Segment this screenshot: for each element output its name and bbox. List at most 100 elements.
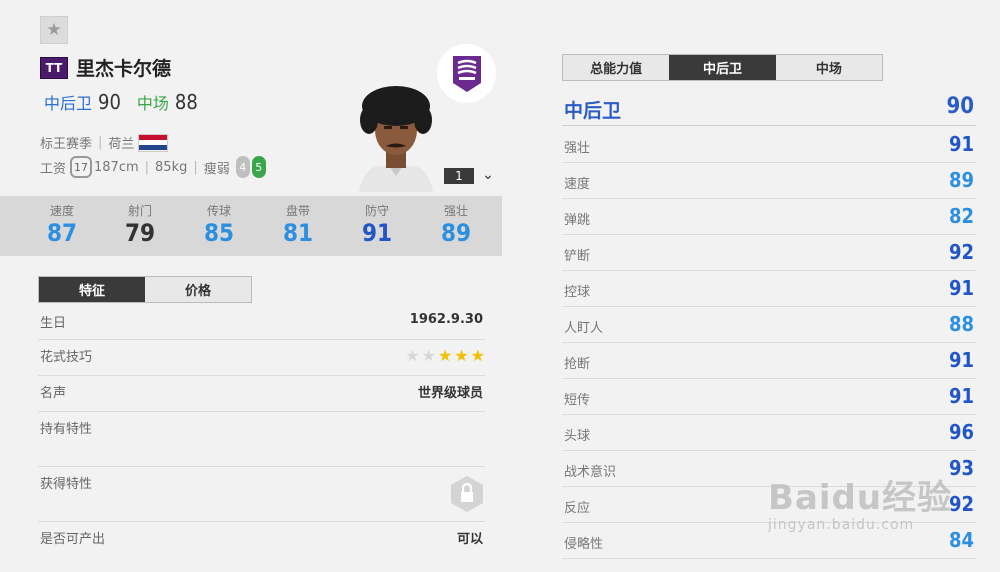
attribute-label: 战术意识 [564, 465, 617, 480]
attribute-row: 反应 92 [562, 487, 976, 523]
position-primary-ovr: 90 [98, 90, 121, 114]
attribute-value: 91 [948, 348, 974, 372]
stat-shooting: 射门 79 [110, 196, 170, 247]
attribute-label: 铲断 [564, 249, 591, 264]
info-row-owned-traits: 持有特性 [38, 412, 485, 467]
player-portrait [359, 86, 433, 192]
weight-value: 85kg [155, 159, 188, 175]
attribute-value: 91 [948, 132, 974, 156]
stat-value: 91 [361, 219, 393, 247]
stat-label: 射门 [127, 204, 152, 218]
stat-label: 强壮 [443, 204, 468, 218]
weak-foot-value: 4 [235, 156, 250, 178]
attribute-label: 抢断 [564, 357, 591, 372]
info-row-acquired-traits: 获得特性 [38, 467, 485, 522]
player-name-row: TT 里杰卡尔德 [40, 54, 171, 81]
divider: | [193, 159, 198, 175]
attribute-value: 92 [948, 240, 974, 264]
stat-value: 87 [46, 219, 78, 247]
tab-overall[interactable]: 总能力值 [563, 55, 670, 80]
attribute-row: 强壮 91 [562, 127, 976, 163]
info-label: 获得特性 [40, 477, 93, 492]
stat-passing: 传球 85 [189, 196, 249, 247]
salary-label: 工资 [40, 161, 67, 177]
season-label: 标王赛季 [40, 137, 93, 152]
attribute-value: 91 [948, 384, 974, 408]
position-secondary: 中场 [136, 94, 169, 113]
season-badge: TT [40, 56, 68, 79]
attribute-label: 侵略性 [564, 537, 604, 552]
position-primary: 中后卫 [44, 94, 93, 113]
stat-label: 盘带 [285, 204, 310, 218]
star-filled-icon: ★ [470, 346, 485, 365]
info-label: 名声 [40, 386, 67, 401]
attribute-value: 96 [948, 420, 974, 444]
info-row-producible: 是否可产出 可以 [38, 522, 485, 558]
chevron-down-icon[interactable]: ⌄ [480, 167, 496, 183]
position-rating: 90 [946, 94, 974, 119]
info-row-fame: 名声 世界级球员 [38, 376, 485, 412]
favorite-star-button[interactable]: ★ [40, 16, 68, 44]
attribute-row: 短传 91 [562, 379, 976, 415]
attribute-row: 人盯人 88 [562, 307, 976, 343]
salary-value: 17 [70, 156, 93, 178]
attribute-row: 头球 96 [562, 415, 976, 451]
star-empty-icon: ★ [421, 346, 436, 365]
player-positions: 中后卫 90 中场 88 [44, 90, 214, 114]
body-type: 瘦弱 [203, 161, 230, 177]
nation-label: 荷兰 [108, 137, 135, 152]
info-value: 1962.9.30 [409, 312, 483, 327]
tab-cm[interactable]: 中场 [775, 55, 882, 80]
attribute-value: 93 [948, 456, 974, 480]
attribute-label: 人盯人 [564, 321, 604, 336]
foot-ratings: 4 5 [235, 156, 268, 178]
attribute-label: 反应 [564, 501, 591, 516]
player-season-nation: 标王赛季 | 荷兰 [40, 133, 169, 152]
stat-summary-bar: 速度 87 射门 79 传球 85 盘带 81 防守 91 强壮 89 [0, 196, 502, 256]
position-secondary-ovr: 88 [174, 90, 198, 114]
stat-defending: 防守 91 [347, 196, 407, 247]
rank-badge[interactable]: 1 [444, 168, 474, 184]
attribute-row: 侵略性 84 [562, 523, 976, 559]
divider: | [98, 135, 103, 150]
stat-label: 防守 [364, 204, 389, 218]
star-icon: ★ [46, 20, 62, 40]
info-value: 世界级球员 [417, 386, 483, 401]
stat-value: 79 [124, 219, 156, 247]
attribute-row: 控球 91 [562, 271, 976, 307]
attribute-value: 92 [948, 492, 974, 516]
strong-foot-value: 5 [251, 156, 266, 178]
position-name: 中后卫 [564, 100, 622, 122]
info-label: 花式技巧 [40, 350, 93, 365]
star-empty-icon: ★ [405, 346, 420, 365]
skill-stars: ★ ★ ★ ★ ★ [403, 346, 485, 365]
info-label: 持有特性 [40, 422, 93, 437]
tab-cb[interactable]: 中后卫 [669, 55, 776, 80]
info-row-birthday: 生日 1962.9.30 [38, 306, 485, 340]
stat-physical: 强壮 89 [426, 196, 486, 247]
stat-dribbling: 盘带 81 [268, 196, 328, 247]
stat-value: 81 [282, 219, 314, 247]
stat-label: 传球 [206, 204, 231, 218]
info-value: 可以 [456, 532, 483, 547]
divider: | [144, 159, 150, 175]
attribute-row: 铲断 92 [562, 235, 976, 271]
detail-tabs: 特征 价格 [38, 276, 252, 303]
player-physical-info: 工资 17 187cm | 85kg | 瘦弱 4 5 [40, 156, 268, 178]
attribute-value: 88 [948, 312, 974, 336]
attribute-row: 抢断 91 [562, 343, 976, 379]
tab-price[interactable]: 价格 [145, 277, 251, 302]
lock-icon [449, 475, 485, 513]
height-value: 187cm [94, 159, 139, 175]
club-crest-icon [452, 55, 481, 92]
attribute-value: 84 [948, 528, 974, 552]
star-filled-icon: ★ [437, 346, 453, 365]
attribute-value: 91 [948, 276, 974, 300]
attribute-row: 速度 89 [562, 163, 976, 199]
netherlands-flag-icon [138, 133, 169, 152]
attribute-label: 控球 [564, 285, 591, 300]
stat-pace: 速度 87 [32, 196, 92, 247]
star-filled-icon: ★ [454, 346, 469, 365]
tab-traits[interactable]: 特征 [39, 277, 145, 302]
attribute-row: 弹跳 82 [562, 199, 976, 235]
